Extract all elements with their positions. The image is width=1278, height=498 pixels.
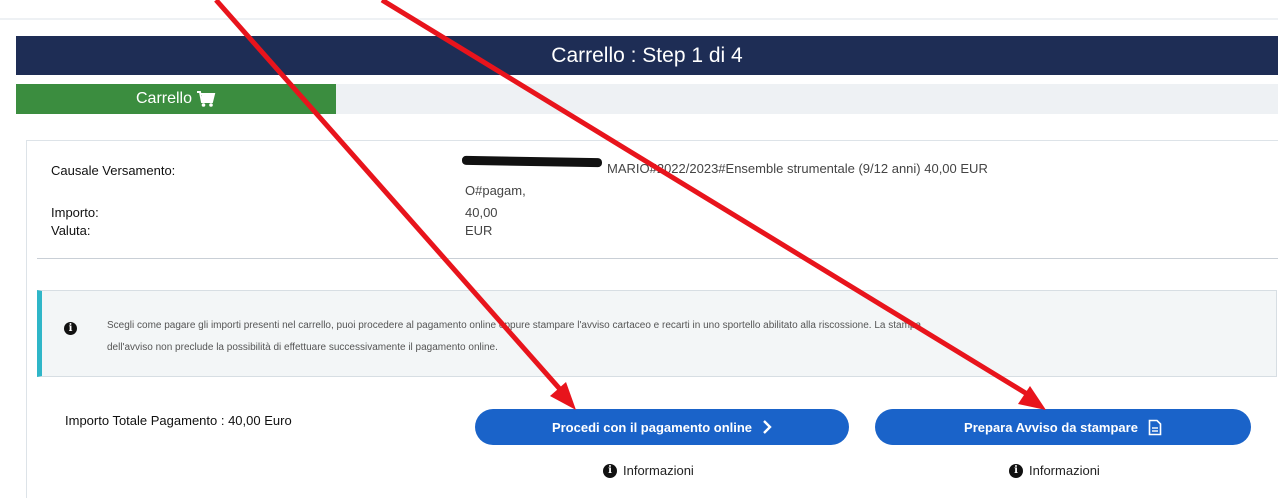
info-text-line1: Scegli come pagare gli importi presenti … [107, 320, 922, 331]
info-circle-icon: i [603, 463, 617, 478]
payment-details: Causale Versamento: MARIO#2022/2023#Ense… [37, 141, 1278, 259]
tab-carrello[interactable]: Carrello [16, 84, 336, 114]
importo-label: Importo: [51, 205, 99, 220]
valuta-value: EUR [465, 223, 493, 238]
causale-label: Causale Versamento: [51, 163, 176, 178]
info-text-line2: dell'avviso non preclude la possibilità … [107, 342, 498, 353]
info-alert: i Scegli come pagare gli importi present… [37, 290, 1277, 377]
info-icon: i [64, 322, 77, 335]
causale-value: MARIO#2022/2023#Ensemble strumentale (9/… [607, 161, 988, 176]
online-info-link[interactable]: i Informazioni [603, 463, 694, 478]
print-info-label: Informazioni [1029, 463, 1100, 478]
print-notice-button[interactable]: Prepara Avviso da stampare [875, 409, 1251, 445]
total-amount: Importo Totale Pagamento : 40,00 Euro [65, 413, 292, 428]
info-circle-icon: i [1009, 463, 1023, 478]
document-icon [1148, 419, 1162, 435]
online-info-label: Informazioni [623, 463, 694, 478]
causale-value-cont: O#pagam, [465, 183, 526, 198]
redaction-mark [461, 155, 603, 168]
chevron-right-icon [763, 420, 772, 434]
pay-online-button[interactable]: Procedi con il pagamento online [475, 409, 849, 445]
top-divider [0, 18, 1278, 20]
tab-carrello-label: Carrello [135, 90, 192, 107]
step-tabs: Carrello [16, 84, 1278, 114]
print-notice-label: Prepara Avviso da stampare [964, 419, 1138, 435]
importo-value: 40,00 [465, 205, 498, 220]
page-title: Carrello : Step 1 di 4 [16, 36, 1278, 75]
cart-icon [197, 91, 216, 107]
print-info-link[interactable]: i Informazioni [1009, 463, 1100, 478]
valuta-label: Valuta: [51, 223, 91, 238]
info-text: Scegli come pagare gli importi presenti … [107, 315, 1257, 359]
cart-panel: Causale Versamento: MARIO#2022/2023#Ense… [26, 140, 1278, 498]
pay-online-label: Procedi con il pagamento online [551, 419, 753, 435]
